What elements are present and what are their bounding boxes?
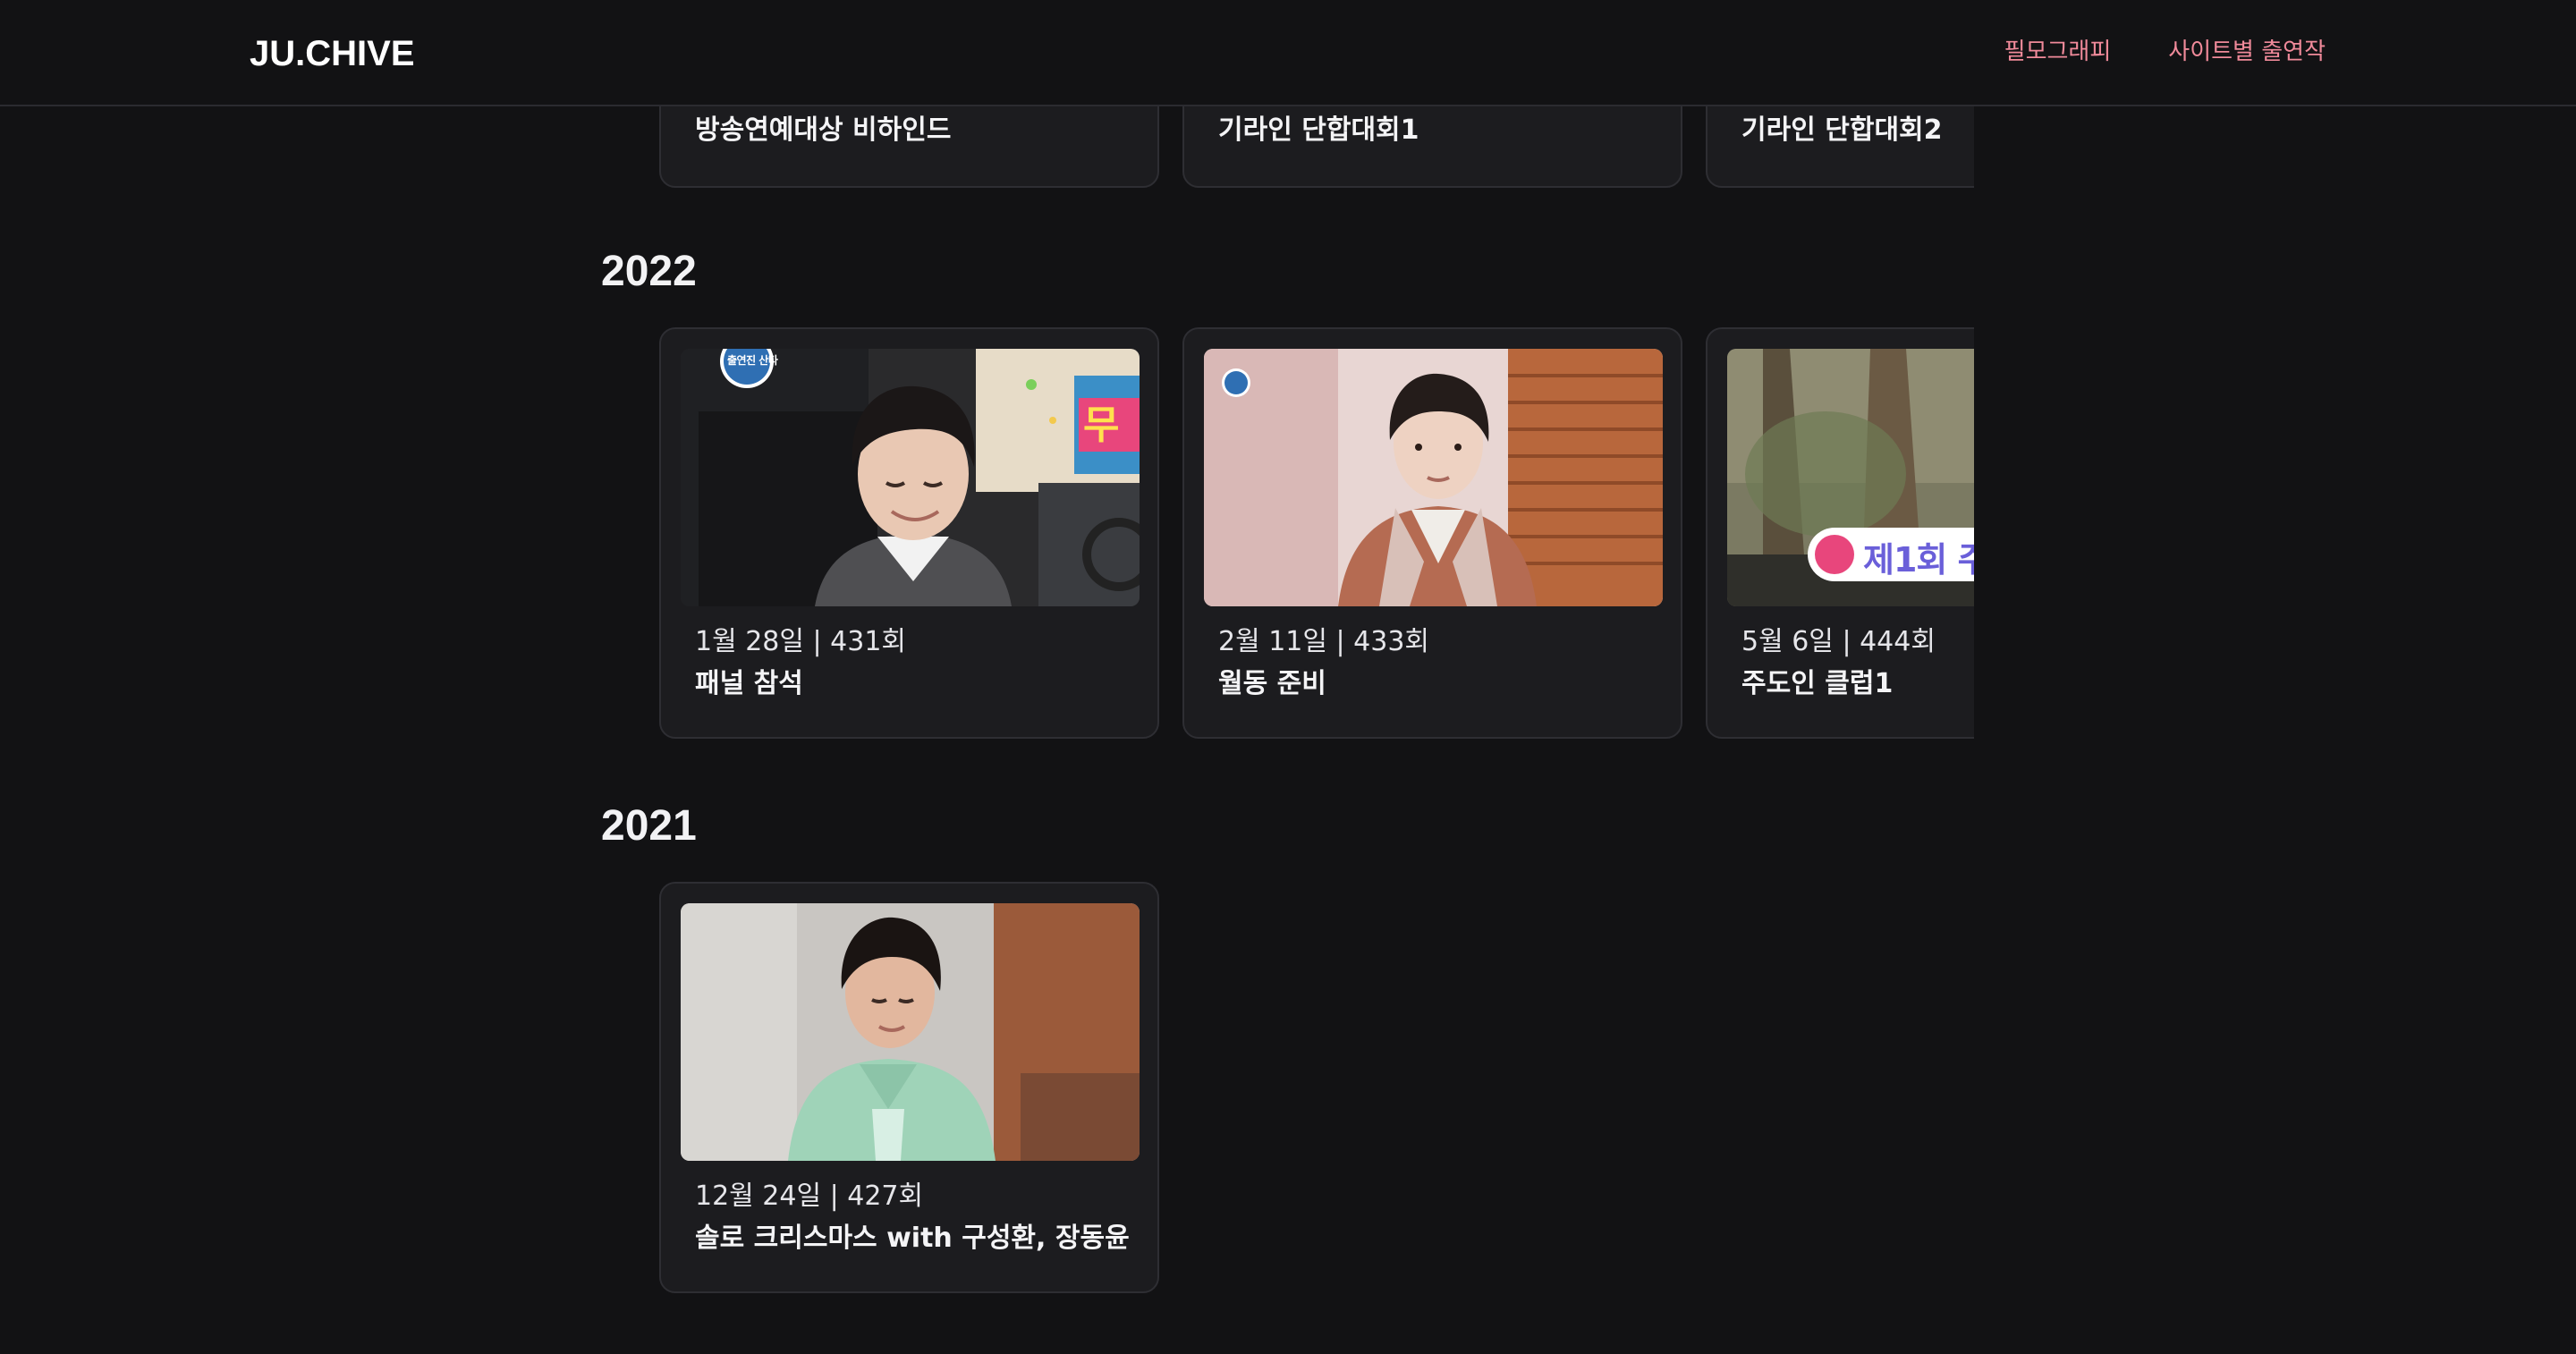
year-heading-2022: 2022 bbox=[601, 248, 697, 295]
episode-thumbnail: 제1회 주도 bbox=[1727, 349, 1974, 606]
nav-item-filmography[interactable]: 필모그래피 bbox=[2004, 36, 2112, 68]
year-2021-row: 12월 24일 | 427회 솔로 크리스마스 with 구성환, 장동윤 bbox=[659, 882, 1974, 1297]
episode-title: 주도인 클럽1 bbox=[1741, 668, 1894, 699]
episode-title: 솔로 크리스마스 with 구성환, 장동윤 bbox=[695, 1223, 1130, 1254]
svg-text:무: 무 bbox=[1083, 402, 1119, 448]
year-heading-2021: 2021 bbox=[601, 802, 697, 850]
episode-thumbnail: 무 출연진 산다 bbox=[681, 349, 1140, 606]
episode-card[interactable]: 무 출연진 산다 1월 28일 | 431회 패널 참석 bbox=[659, 327, 1159, 739]
episode-meta: 12월 24일 | 427회 bbox=[695, 1181, 924, 1212]
episode-title: 방송연예대상 비하인드 bbox=[695, 114, 952, 146]
year-2022-row: 무 출연진 산다 1월 28일 | 431회 패널 참석 2월 11일 | 43… bbox=[659, 327, 1974, 742]
episode-meta: 1월 28일 | 431회 bbox=[695, 626, 907, 657]
episode-thumbnail bbox=[1204, 349, 1663, 606]
episode-meta: 5월 6일 | 444회 bbox=[1741, 626, 1936, 657]
site-header: JU.CHIVE 필모그래피 사이트별 출연작 bbox=[0, 0, 2576, 106]
site-logo[interactable]: JU.CHIVE bbox=[250, 32, 415, 75]
episode-title: 기라인 단합대회2 bbox=[1741, 114, 1943, 146]
episode-title: 패널 참석 bbox=[695, 668, 803, 699]
episode-card[interactable]: 2월 11일 | 433회 월동 준비 bbox=[1182, 327, 1682, 739]
show-logo-badge: 출연진 산다 bbox=[727, 354, 778, 367]
main-content: 방송연예대상 비하인드 기라인 단합대회1 기라인 단합대회2 2022 무 출… bbox=[0, 0, 2576, 1354]
episode-meta: 2월 11일 | 433회 bbox=[1218, 626, 1430, 657]
episode-card[interactable]: 제1회 주도 5월 6일 | 444회 주도인 클럽1 bbox=[1706, 327, 1974, 739]
nav-item-by-site[interactable]: 사이트별 출연작 bbox=[2168, 36, 2326, 68]
caption-banner: 제1회 주도 bbox=[1863, 540, 1974, 580]
episode-thumbnail bbox=[681, 903, 1140, 1161]
episode-title: 기라인 단합대회1 bbox=[1218, 114, 1419, 146]
episode-title: 월동 준비 bbox=[1218, 668, 1326, 699]
top-nav: 필모그래피 사이트별 출연작 bbox=[2004, 36, 2326, 68]
episode-card[interactable]: 12월 24일 | 427회 솔로 크리스마스 with 구성환, 장동윤 bbox=[659, 882, 1159, 1293]
